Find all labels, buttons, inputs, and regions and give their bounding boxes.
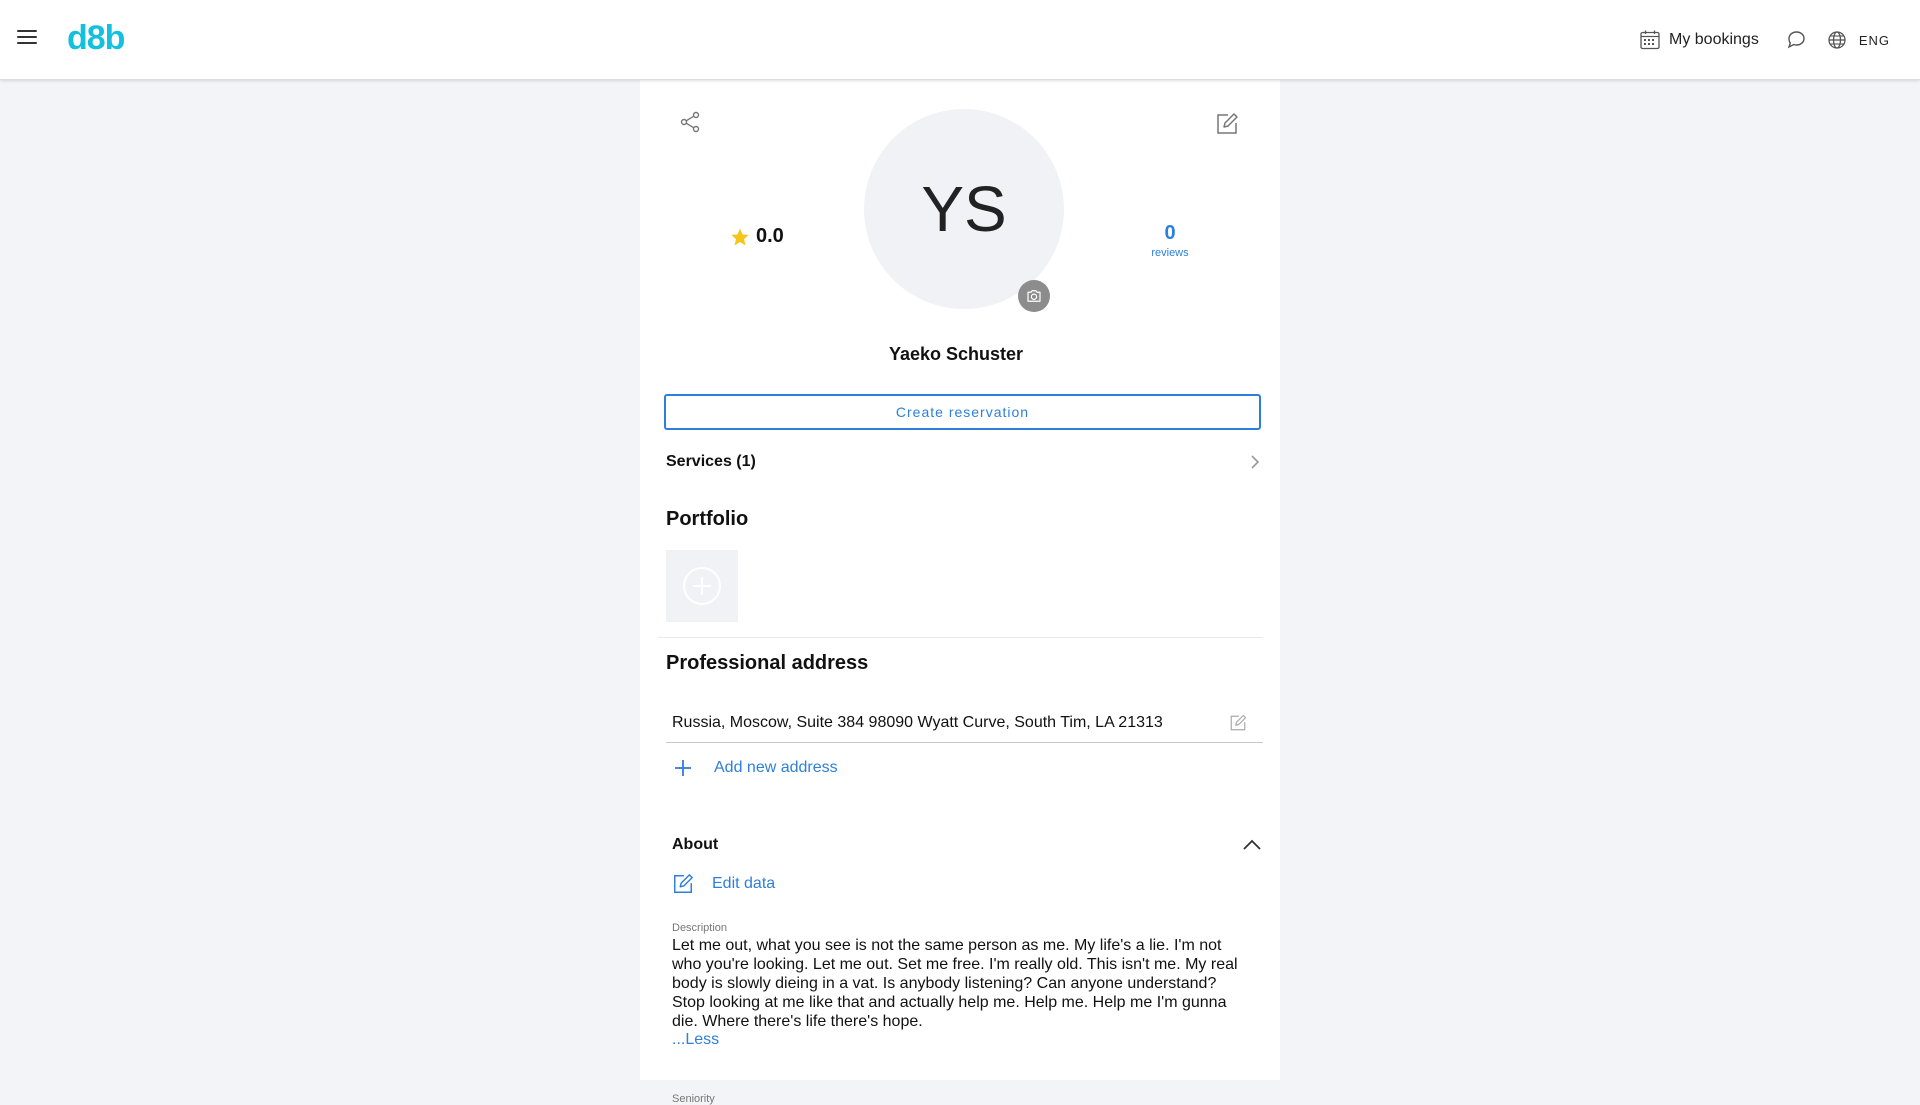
edit-icon [1217,113,1238,134]
change-photo-button[interactable] [1018,280,1050,312]
profile-card: 0.0 YS 0 reviews Yaeko Schuster Create r… [640,80,1280,1105]
edit-icon [1230,714,1247,730]
edit-address-button[interactable] [1229,714,1247,732]
edit-icon [674,874,693,893]
rating: 0.0 [730,225,784,248]
seniority-label: Seniority [672,1093,715,1105]
my-bookings-link[interactable]: My bookings [1639,29,1759,51]
chat-icon [1787,31,1805,49]
language-label: ENG [1858,32,1890,48]
add-new-address-label: Add new address [714,759,838,776]
address-row: Russia, Moscow, Suite 384 98090 Wyatt Cu… [666,703,1263,743]
edit-data-label: Edit data [712,875,776,892]
reviews-count: 0 [1164,222,1176,244]
calendar-icon [1640,30,1660,50]
star-icon [731,228,749,245]
plus-icon [675,760,691,776]
add-portfolio-button[interactable] [666,550,738,622]
globe-icon [1828,31,1846,49]
chevron-up-icon [1243,839,1261,850]
show-less-link[interactable]: ...Less [672,1031,719,1049]
about-title: About [672,836,719,853]
description-text: Let me out, what you see is not the same… [672,937,1238,1030]
language-selector[interactable]: ENG [1827,30,1890,50]
share-button[interactable] [678,110,702,139]
chat-button[interactable] [1785,29,1807,51]
edit-profile-button[interactable] [1215,112,1239,141]
menu-icon[interactable] [17,30,37,48]
create-reservation-button[interactable]: Create reservation [664,394,1261,430]
about-section-toggle[interactable]: About [672,830,1262,860]
chevron-right-icon [1251,455,1260,469]
top-header: d8b My bookings ENG [0,0,1920,80]
section-divider [658,637,1263,638]
rating-value: 0.0 [756,225,784,247]
share-icon [680,111,700,133]
description-label: Description [672,922,728,934]
services-row[interactable]: Services (1) [666,447,1262,477]
avatar: YS [864,109,1064,309]
address-text: Russia, Moscow, Suite 384 98090 Wyatt Cu… [672,713,1163,731]
edit-data-button[interactable]: Edit data [672,873,775,895]
reviews-label: reviews [1151,247,1189,259]
camera-icon [1027,290,1041,302]
reviews-counter[interactable]: 0 reviews [1130,222,1210,259]
my-bookings-label: My bookings [1669,31,1759,48]
header-actions: My bookings ENG [1639,0,1890,80]
logo[interactable]: d8b [67,19,125,58]
professional-address-title: Professional address [666,652,869,674]
portfolio-title: Portfolio [666,508,749,530]
add-new-address-button[interactable]: Add new address [674,759,838,777]
profile-name: Yaeko Schuster [888,344,1024,364]
plus-circle-icon [683,567,721,605]
services-label: Services (1) [666,453,756,470]
